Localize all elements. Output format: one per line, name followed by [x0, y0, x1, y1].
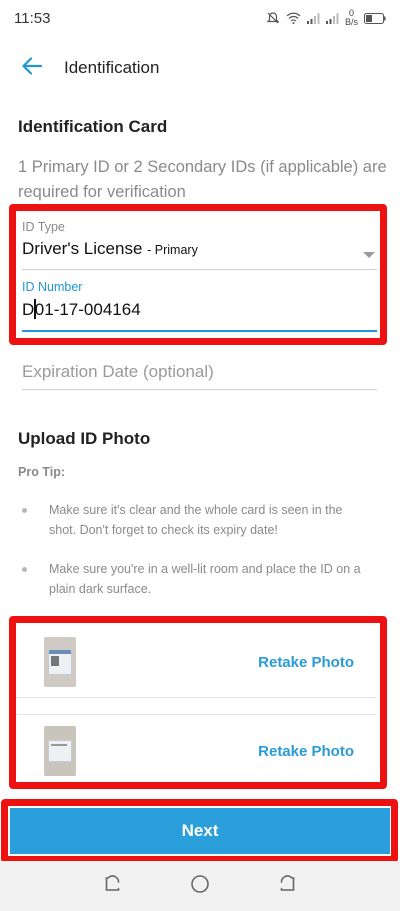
id-number-value: D01-17-004164 — [22, 299, 377, 320]
id-photo-thumbnail[interactable] — [44, 637, 76, 687]
id-type-value: Driver's License - Primary — [22, 239, 377, 259]
card-text-line — [51, 744, 67, 746]
tip-text: Make sure it's clear and the whole card … — [49, 503, 343, 537]
bullet-dot — [22, 567, 27, 572]
net-speed-unit: B/s — [344, 17, 358, 27]
status-bar: 11:53 0 B/s — [0, 0, 400, 36]
card-band — [49, 650, 71, 654]
mute-bell-icon — [266, 11, 280, 25]
status-icons: 0 B/s — [266, 9, 386, 27]
dropdown-arrow-icon — [363, 252, 375, 258]
wifi-icon — [286, 12, 301, 24]
expiration-underline — [22, 389, 377, 390]
id-type-select[interactable]: ID Type Driver's License - Primary — [22, 220, 377, 270]
nav-recents-button[interactable] — [91, 864, 135, 908]
signal-icon-1 — [306, 12, 320, 24]
bullet-dot — [22, 508, 27, 513]
retake-photo-button[interactable]: Retake Photo — [258, 743, 354, 760]
list-item: Make sure you're in a well-lit room and … — [22, 559, 372, 599]
id-number-rest: 01-17-004164 — [34, 300, 141, 319]
protip-label: Pro Tip: — [18, 465, 65, 479]
id-card-image — [48, 649, 72, 675]
id-type-underline — [22, 269, 377, 270]
arrow-left-icon — [22, 56, 43, 80]
home-circle-icon — [190, 874, 210, 899]
net-speed: 0 B/s — [345, 9, 358, 27]
app-bar: Identification — [0, 46, 400, 90]
retake-photo-button[interactable]: Retake Photo — [258, 654, 354, 671]
back-button[interactable] — [0, 46, 64, 90]
expiration-date-placeholder: Expiration Date (optional) — [22, 362, 214, 381]
photo-row-front: Retake Photo — [14, 620, 376, 704]
page-title: Identification — [64, 58, 160, 77]
next-button[interactable]: Next — [10, 808, 390, 854]
photo-row-back: Retake Photo — [14, 709, 376, 793]
system-nav-bar — [0, 861, 400, 911]
id-type-qualifier: - Primary — [147, 243, 198, 257]
id-type-name: Driver's License — [22, 239, 143, 258]
signal-icon-2 — [325, 12, 339, 24]
id-type-label: ID Type — [22, 220, 65, 234]
tip-text: Make sure you're in a well-lit room and … — [49, 562, 361, 596]
id-number-input[interactable]: ID Number D01-17-004164 — [22, 280, 377, 332]
recents-icon — [104, 874, 122, 898]
id-number-underline — [22, 330, 377, 332]
id-number-label: ID Number — [22, 280, 83, 294]
id-photo-thumbnail[interactable] — [44, 726, 76, 776]
back-nav-icon — [278, 874, 296, 898]
id-number-first-char: D — [22, 300, 35, 319]
list-item: Make sure it's clear and the whole card … — [22, 500, 372, 540]
battery-icon — [364, 12, 386, 24]
nav-home-button[interactable] — [178, 864, 222, 908]
tips-list: Make sure it's clear and the whole card … — [22, 500, 372, 618]
section-title-upload-photo: Upload ID Photo — [18, 429, 151, 448]
nav-back-button[interactable] — [265, 864, 309, 908]
section-subtitle: 1 Primary ID or 2 Secondary IDs (if appl… — [18, 158, 387, 201]
id-card-image — [48, 740, 72, 762]
section-title-identification-card: Identification Card — [18, 117, 168, 136]
expiration-date-input[interactable]: Expiration Date (optional) — [22, 362, 377, 390]
photo-divider — [14, 697, 376, 698]
status-time: 11:53 — [14, 9, 51, 27]
card-face — [51, 656, 59, 666]
